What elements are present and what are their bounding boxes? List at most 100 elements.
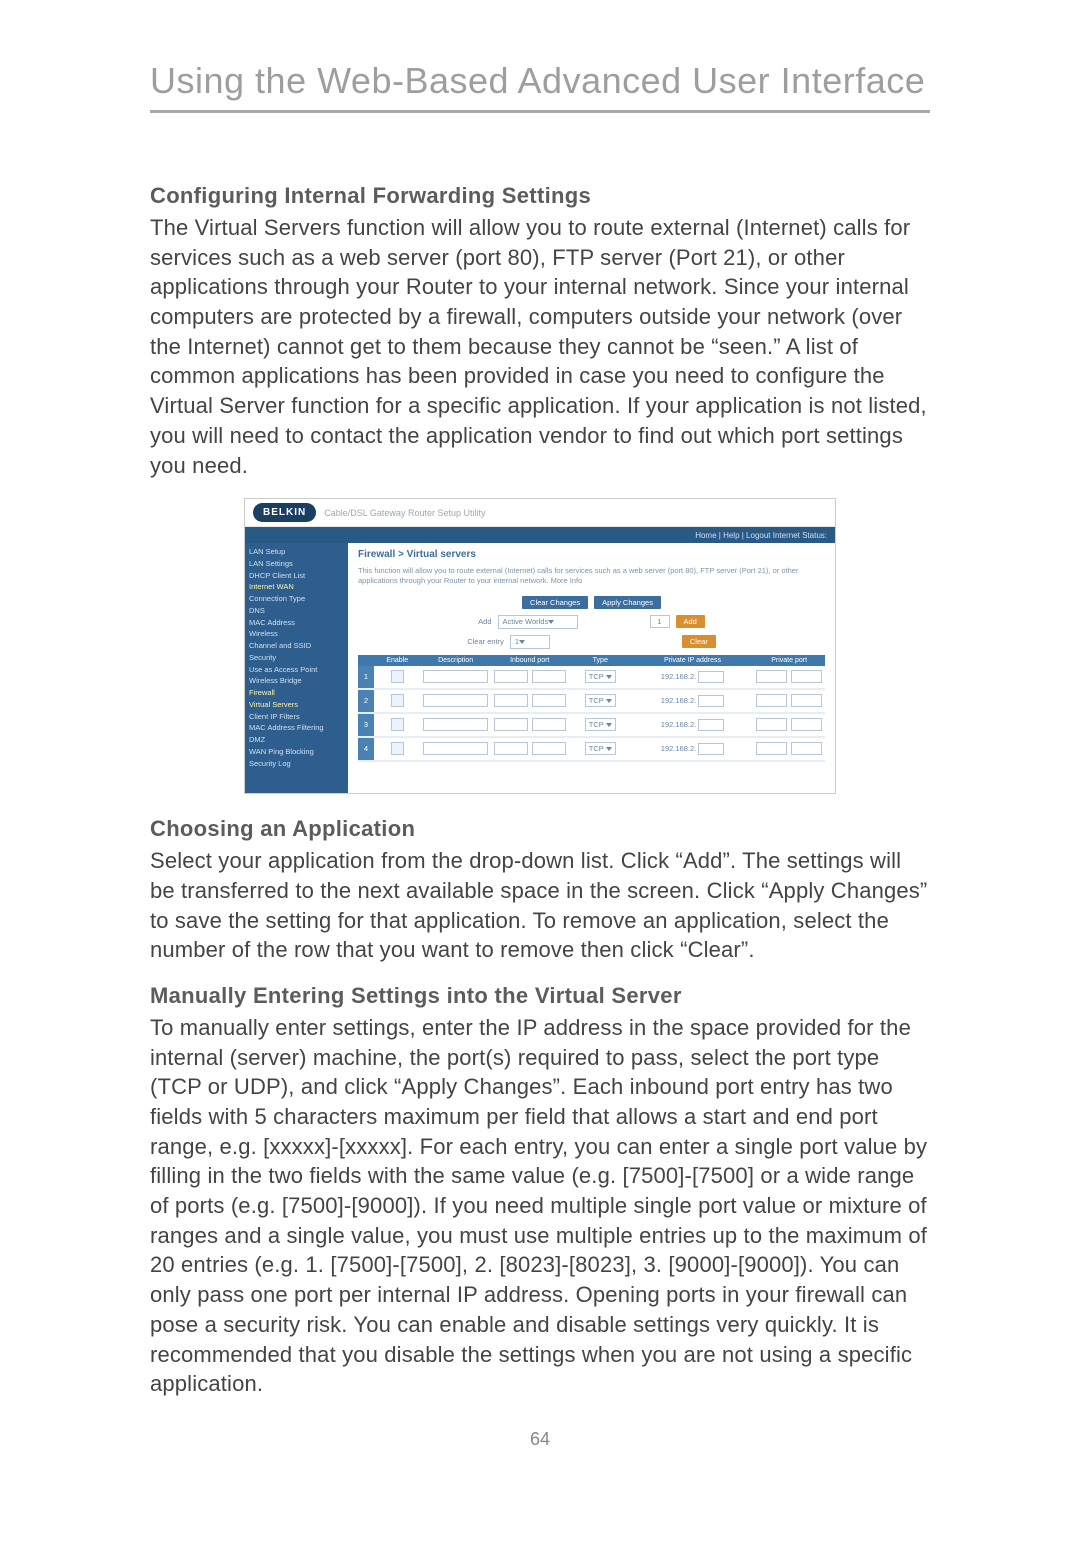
sidebar-item[interactable]: Wireless	[249, 629, 344, 639]
description-input[interactable]	[423, 670, 487, 683]
sidebar-item[interactable]: DMZ	[249, 735, 344, 745]
ss-main: Firewall > Virtual servers This function…	[348, 543, 835, 793]
private-port-end[interactable]	[791, 742, 822, 755]
enable-checkbox[interactable]	[391, 718, 404, 731]
ss-header: BELKIN Cable/DSL Gateway Router Setup Ut…	[245, 499, 835, 527]
body-choosing: Select your application from the drop-do…	[150, 846, 930, 965]
inbound-port-end[interactable]	[532, 670, 566, 683]
ss-main-desc: This function will allow you to route ex…	[358, 566, 825, 586]
sidebar-item[interactable]: Connection Type	[249, 594, 344, 604]
private-port-start[interactable]	[756, 670, 787, 683]
table-header: Enable	[374, 655, 420, 666]
heading-manual: Manually Entering Settings into the Virt…	[150, 983, 930, 1009]
add-select[interactable]: Active Worlds	[498, 615, 578, 629]
table-header: Description	[420, 655, 490, 666]
body-manual: To manually enter settings, enter the IP…	[150, 1013, 930, 1399]
chevron-down-icon	[519, 640, 525, 644]
row-index: 1	[358, 666, 374, 689]
table-row: 3 TCP 192.168.2.	[358, 713, 825, 737]
sidebar-item[interactable]: Security Log	[249, 759, 344, 769]
sidebar-item[interactable]: Client IP Filters	[249, 712, 344, 722]
table-row: 1 TCP 192.168.2.	[358, 666, 825, 689]
ip-last-octet-input[interactable]	[698, 671, 724, 683]
clear-button[interactable]: Clear	[682, 635, 716, 648]
private-ip: 192.168.2.	[661, 672, 724, 681]
sidebar-item[interactable]: DHCP Client List	[249, 571, 344, 581]
enable-checkbox[interactable]	[391, 742, 404, 755]
sidebar-item[interactable]: Security	[249, 653, 344, 663]
enable-checkbox[interactable]	[391, 694, 404, 707]
chevron-down-icon	[606, 675, 612, 679]
private-ip: 192.168.2.	[661, 696, 724, 705]
router-screenshot: BELKIN Cable/DSL Gateway Router Setup Ut…	[244, 498, 836, 794]
chevron-down-icon	[606, 723, 612, 727]
inbound-port-start[interactable]	[494, 718, 528, 731]
private-ip: 192.168.2.	[661, 744, 724, 753]
clear-changes-button[interactable]: Clear Changes	[522, 596, 588, 609]
private-port-end[interactable]	[791, 694, 822, 707]
clear-entry-label: Clear entry	[467, 637, 504, 646]
ss-subtitle: Cable/DSL Gateway Router Setup Utility	[324, 508, 485, 518]
type-select[interactable]: TCP	[585, 718, 616, 731]
type-select[interactable]: TCP	[585, 670, 616, 683]
ip-last-octet-input[interactable]	[698, 743, 724, 755]
description-input[interactable]	[423, 742, 487, 755]
sidebar-item[interactable]: Virtual Servers	[249, 700, 344, 710]
sidebar-item[interactable]: MAC Address	[249, 618, 344, 628]
sidebar-item[interactable]: DNS	[249, 606, 344, 616]
row-index: 4	[358, 737, 374, 761]
sidebar-item[interactable]: LAN Setup	[249, 547, 344, 557]
heading-configuring: Configuring Internal Forwarding Settings	[150, 183, 930, 209]
private-port-end[interactable]	[791, 718, 822, 731]
ss-main-title: Firewall > Virtual servers	[358, 549, 825, 560]
description-input[interactable]	[423, 694, 487, 707]
chevron-down-icon	[548, 620, 554, 624]
table-header: Type	[569, 655, 632, 666]
sidebar-item[interactable]: MAC Address Filtering	[249, 723, 344, 733]
virtual-servers-table: EnableDescriptionInbound portTypePrivate…	[358, 655, 825, 762]
row-index: 3	[358, 713, 374, 737]
inbound-port-end[interactable]	[532, 694, 566, 707]
ip-last-octet-input[interactable]	[698, 719, 724, 731]
table-header: Inbound port	[491, 655, 569, 666]
enable-checkbox[interactable]	[391, 670, 404, 683]
private-port-start[interactable]	[756, 694, 787, 707]
private-port-end[interactable]	[791, 670, 822, 683]
sidebar-item[interactable]: Use as Access Point	[249, 665, 344, 675]
row-index: 2	[358, 689, 374, 713]
inbound-port-start[interactable]	[494, 694, 528, 707]
private-ip: 192.168.2.	[661, 720, 724, 729]
apply-changes-button[interactable]: Apply Changes	[594, 596, 661, 609]
row-input[interactable]: 1	[650, 615, 670, 628]
sidebar-item[interactable]: Wireless Bridge	[249, 676, 344, 686]
inbound-port-start[interactable]	[494, 670, 528, 683]
table-row: 2 TCP 192.168.2.	[358, 689, 825, 713]
inbound-port-start[interactable]	[494, 742, 528, 755]
ss-navtext: Home | Help | Logout Internet Status:	[695, 531, 827, 540]
inbound-port-end[interactable]	[532, 742, 566, 755]
title-rule	[150, 110, 930, 113]
inbound-port-end[interactable]	[532, 718, 566, 731]
ss-navbar: Home | Help | Logout Internet Status:	[245, 527, 835, 543]
table-header: Private IP address	[632, 655, 754, 666]
table-row: 4 TCP 192.168.2.	[358, 737, 825, 761]
add-button[interactable]: Add	[676, 615, 705, 628]
clear-select[interactable]: 1	[510, 635, 550, 649]
private-port-start[interactable]	[756, 742, 787, 755]
description-input[interactable]	[423, 718, 487, 731]
sidebar-item[interactable]: Internet WAN	[249, 582, 344, 592]
heading-choosing: Choosing an Application	[150, 816, 930, 842]
sidebar-item[interactable]: LAN Settings	[249, 559, 344, 569]
sidebar-item[interactable]: WAN Ping Blocking	[249, 747, 344, 757]
private-port-start[interactable]	[756, 718, 787, 731]
table-header: Private port	[753, 655, 825, 666]
chevron-down-icon	[606, 699, 612, 703]
type-select[interactable]: TCP	[585, 742, 616, 755]
sidebar-item[interactable]: Channel and SSID	[249, 641, 344, 651]
chevron-down-icon	[606, 747, 612, 751]
ss-sidebar: LAN Setup LAN Settings DHCP Client ListInt…	[245, 543, 348, 793]
sidebar-item[interactable]: Firewall	[249, 688, 344, 698]
type-select[interactable]: TCP	[585, 694, 616, 707]
ip-last-octet-input[interactable]	[698, 695, 724, 707]
belkin-logo: BELKIN	[253, 503, 316, 522]
